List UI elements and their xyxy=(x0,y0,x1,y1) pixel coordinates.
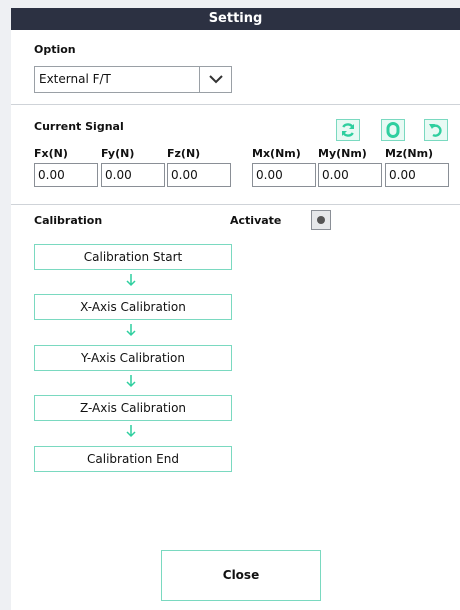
section-divider xyxy=(11,104,460,105)
setting-dialog: Setting Option External F/T Current Sign… xyxy=(11,8,460,610)
zero-button[interactable] xyxy=(381,119,405,141)
arrow-down-icon xyxy=(126,324,136,337)
my-field[interactable]: 0.00 xyxy=(318,163,382,187)
calibration-label: Calibration xyxy=(34,214,103,227)
undo-icon xyxy=(429,124,442,137)
mx-field[interactable]: 0.00 xyxy=(252,163,316,187)
option-select[interactable]: External F/T xyxy=(34,66,232,93)
z-axis-calibration-button[interactable]: Z-Axis Calibration xyxy=(34,395,232,421)
current-signal-label: Current Signal xyxy=(34,120,124,133)
option-label: Option xyxy=(34,43,76,56)
refresh-button[interactable] xyxy=(336,119,360,141)
fy-label: Fy(N) xyxy=(101,147,135,160)
fx-label: Fx(N) xyxy=(34,147,68,160)
activate-label: Activate xyxy=(230,214,282,227)
fx-field[interactable]: 0.00 xyxy=(34,163,98,187)
my-label: My(Nm) xyxy=(318,147,367,160)
arrow-down-icon xyxy=(126,274,136,287)
chevron-down-icon[interactable] xyxy=(199,67,231,92)
zero-icon xyxy=(386,122,400,138)
activate-radio[interactable] xyxy=(311,210,331,230)
x-axis-calibration-button[interactable]: X-Axis Calibration xyxy=(34,294,232,320)
fz-field[interactable]: 0.00 xyxy=(167,163,231,187)
mz-label: Mz(Nm) xyxy=(385,147,434,160)
calibration-start-button[interactable]: Calibration Start xyxy=(34,244,232,270)
radio-dot xyxy=(317,216,325,224)
close-button[interactable]: Close xyxy=(161,550,321,601)
fz-label: Fz(N) xyxy=(167,147,201,160)
arrow-down-icon xyxy=(126,425,136,438)
arrow-down-icon xyxy=(126,375,136,388)
fy-field[interactable]: 0.00 xyxy=(101,163,165,187)
option-select-value: External F/T xyxy=(39,72,111,86)
refresh-icon xyxy=(341,123,355,137)
section-divider xyxy=(11,204,460,205)
mx-label: Mx(Nm) xyxy=(252,147,301,160)
y-axis-calibration-button[interactable]: Y-Axis Calibration xyxy=(34,345,232,371)
window-edge xyxy=(0,0,11,610)
calibration-end-button[interactable]: Calibration End xyxy=(34,446,232,472)
undo-button[interactable] xyxy=(424,119,448,141)
dialog-title: Setting xyxy=(11,8,460,30)
mz-field[interactable]: 0.00 xyxy=(385,163,449,187)
